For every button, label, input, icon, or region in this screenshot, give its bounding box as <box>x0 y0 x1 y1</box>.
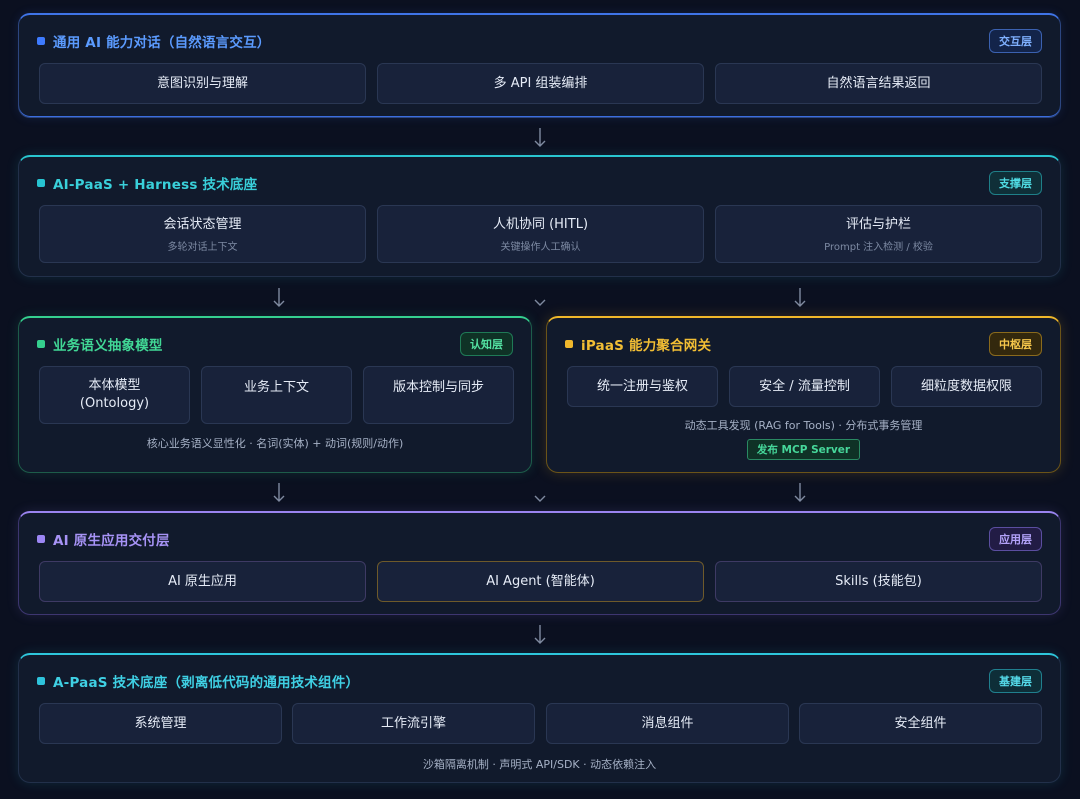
foundation-item-system[interactable]: 系统管理 <box>39 703 282 744</box>
application-item-skills[interactable]: Skills (技能包) <box>715 561 1042 602</box>
hub-item-traffic[interactable]: 安全 / 流量控制 <box>729 366 880 407</box>
square-bullet-icon <box>37 340 45 348</box>
chevron-down-icon <box>533 296 547 310</box>
application-layer-badge: 应用层 <box>989 527 1042 551</box>
foundation-layer-title: A-PaaS 技术底座（剥离低代码的通用技术组件） <box>37 671 359 691</box>
cognition-item-versioning[interactable]: 版本控制与同步 <box>363 366 514 424</box>
interaction-layer-panel: 通用 AI 能力对话（自然语言交互） 交互层 意图识别与理解 多 API 组装编… <box>18 13 1061 118</box>
square-bullet-icon <box>37 535 45 543</box>
arrow-down-icon <box>272 287 286 309</box>
application-item-native-app[interactable]: AI 原生应用 <box>39 561 366 602</box>
square-bullet-icon <box>565 340 573 348</box>
cognition-layer-badge: 认知层 <box>460 332 513 356</box>
cognition-layer-title: 业务语义抽象模型 <box>37 334 163 354</box>
interaction-layer-title: 通用 AI 能力对话（自然语言交互） <box>37 31 270 51</box>
foundation-layer-panel: A-PaaS 技术底座（剥离低代码的通用技术组件） 基建层 系统管理 工作流引擎… <box>18 653 1061 783</box>
support-layer-title: AI-PaaS + Harness 技术底座 <box>37 173 257 193</box>
interaction-layer-badge: 交互层 <box>989 29 1042 53</box>
square-bullet-icon <box>37 677 45 685</box>
support-layer-panel: AI-PaaS + Harness 技术底座 支撑层 会话状态管理 多轮对话上下… <box>18 155 1061 277</box>
hub-item-permissions[interactable]: 细粒度数据权限 <box>891 366 1042 407</box>
cognition-item-context[interactable]: 业务上下文 <box>201 366 352 424</box>
application-item-agent[interactable]: AI Agent (智能体) <box>377 561 704 602</box>
cognition-layer-panel: 业务语义抽象模型 认知层 本体模型 (Ontology) 业务上下文 版本控制与… <box>18 316 532 473</box>
mcp-tag-row: 发布 MCP Server <box>547 439 1060 460</box>
hub-layer-badge: 中枢层 <box>989 332 1042 356</box>
cognition-note: 核心业务语义显性化 · 名词(实体) + 动词(规则/动作) <box>146 437 404 450</box>
support-item-session[interactable]: 会话状态管理 多轮对话上下文 <box>39 205 366 263</box>
cognition-item-ontology[interactable]: 本体模型 (Ontology) <box>39 366 190 424</box>
application-layer-panel: AI 原生应用交付层 应用层 AI 原生应用 AI Agent (智能体) Sk… <box>18 511 1061 615</box>
interaction-item-intent[interactable]: 意图识别与理解 <box>39 63 366 104</box>
application-layer-title: AI 原生应用交付层 <box>37 529 170 549</box>
support-layer-badge: 支撑层 <box>989 171 1042 195</box>
arrow-down-icon <box>793 287 807 309</box>
mcp-server-tag: 发布 MCP Server <box>746 439 861 460</box>
foundation-note: 沙箱隔离机制 · 声明式 API/SDK · 动态依赖注入 <box>422 758 657 771</box>
hub-layer-panel: iPaaS 能力聚合网关 中枢层 统一注册与鉴权 安全 / 流量控制 细粒度数据… <box>546 316 1061 473</box>
foundation-layer-badge: 基建层 <box>989 669 1042 693</box>
arrow-down-icon <box>533 127 547 149</box>
square-bullet-icon <box>37 37 45 45</box>
hub-note: 动态工具发现 (RAG for Tools) · 分布式事务管理 <box>684 419 923 432</box>
square-bullet-icon <box>37 179 45 187</box>
chevron-down-icon <box>533 492 547 506</box>
arrow-down-icon <box>793 482 807 504</box>
support-item-guardrails[interactable]: 评估与护栏 Prompt 注入检测 / 校验 <box>715 205 1042 263</box>
foundation-item-workflow[interactable]: 工作流引擎 <box>292 703 535 744</box>
hub-item-registry[interactable]: 统一注册与鉴权 <box>567 366 718 407</box>
arrow-down-icon <box>272 482 286 504</box>
interaction-item-orchestration[interactable]: 多 API 组装编排 <box>377 63 704 104</box>
foundation-item-messaging[interactable]: 消息组件 <box>546 703 789 744</box>
support-item-hitl[interactable]: 人机协同 (HITL) 关键操作人工确认 <box>377 205 704 263</box>
interaction-item-result[interactable]: 自然语言结果返回 <box>715 63 1042 104</box>
arrow-down-icon <box>533 624 547 646</box>
foundation-item-security[interactable]: 安全组件 <box>799 703 1042 744</box>
hub-layer-title: iPaaS 能力聚合网关 <box>565 334 711 354</box>
